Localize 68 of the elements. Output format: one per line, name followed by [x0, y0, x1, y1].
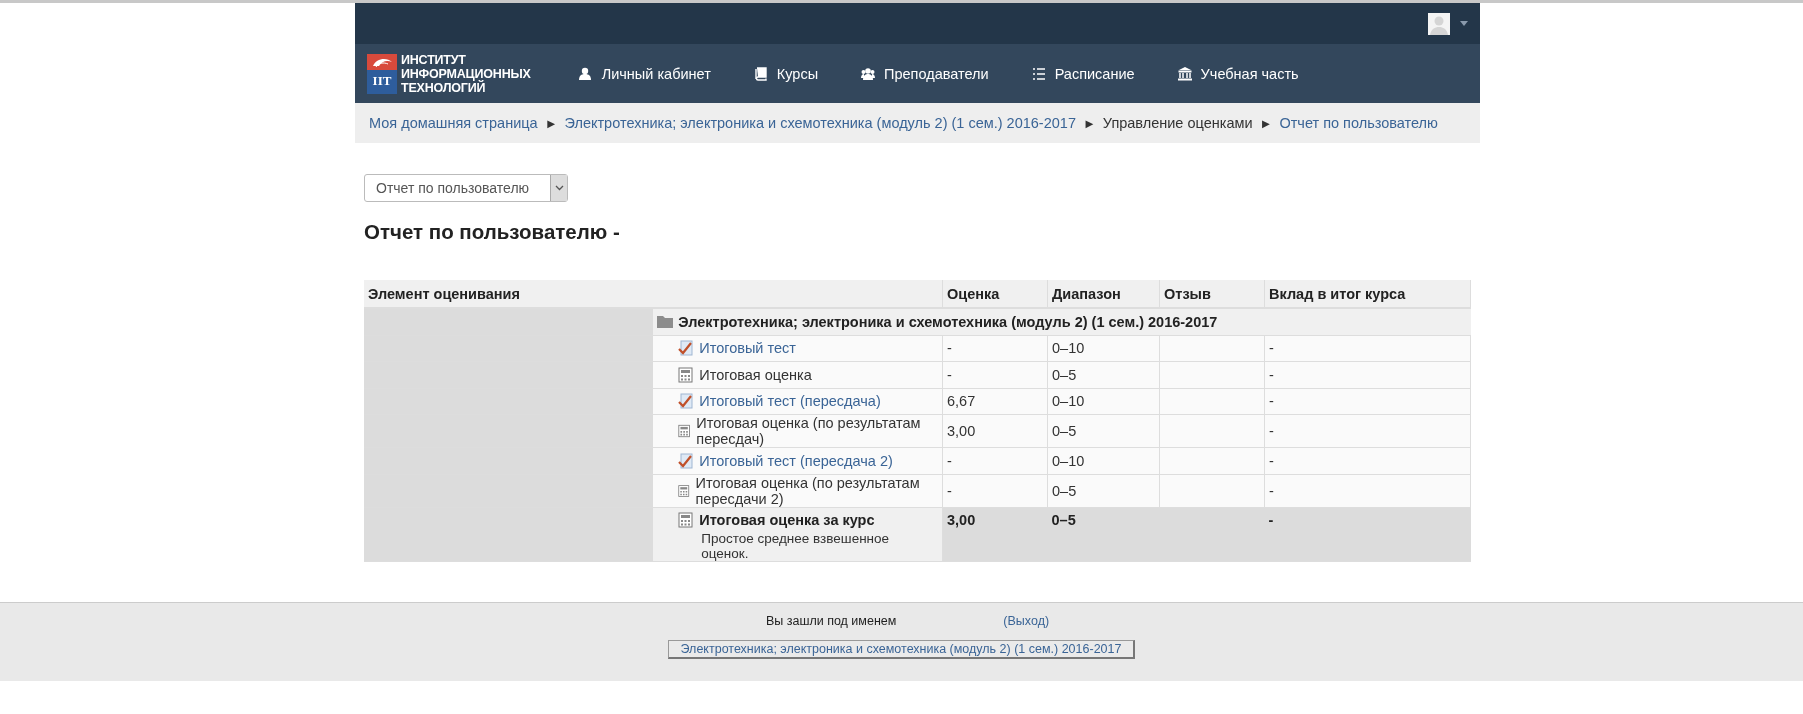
breadcrumb-item: Управление оценками	[1102, 115, 1253, 131]
avatar-icon	[1428, 12, 1450, 35]
table-cell: -	[1269, 452, 1274, 469]
breadcrumb-separator: ►	[1082, 115, 1096, 131]
login-info: Вы зашли под именем	[765, 613, 897, 628]
category-name: Электротехника; электроника и схемотехника (модуль 2) (1 сем.) 2016-2017	[678, 313, 1218, 330]
nav-link[interactable]: Курсы	[753, 65, 819, 82]
breadcrumb-separator: ►	[544, 115, 558, 131]
calculator-icon	[678, 423, 692, 439]
table-cell: 0–5	[1051, 511, 1076, 528]
checkmark-icon	[678, 393, 695, 410]
checkmark-icon	[678, 340, 695, 357]
column-header: Отзыв	[1159, 280, 1265, 308]
table-cell: -	[947, 482, 952, 499]
breadcrumb-separator: ►	[1259, 115, 1273, 131]
breadcrumb-link[interactable]: Моя домашняя страница	[369, 115, 538, 131]
table-cell: 3,00	[947, 423, 976, 439]
checkmark-icon	[678, 452, 695, 469]
grade-item-name: Итоговая оценка (по результатам пересдачи 2)	[695, 474, 921, 507]
calculator-icon	[678, 366, 695, 383]
users-icon	[861, 66, 876, 81]
table-cell: 0–5	[1052, 366, 1077, 383]
table-cell: 0–5	[1052, 482, 1077, 499]
nav-link[interactable]: Расписание	[1031, 65, 1135, 82]
logo-text: ИНСТИТУТ ИНФОРМАЦИОННЫХ ТЕХНОЛОГИЙ	[401, 52, 531, 95]
table-cell: -	[947, 366, 952, 383]
column-header: Вклад в итог курса	[1264, 280, 1471, 308]
column-header: Диапазон	[1047, 280, 1160, 308]
calculator-icon	[678, 482, 691, 499]
breadcrumb-link[interactable]: Электротехника; электроника и схемотехника (модуль 2) (1 сем.) 2016-2017	[564, 115, 1076, 131]
column-header: Оценка	[942, 280, 1048, 308]
caret-icon	[1460, 21, 1468, 26]
column-header: Элемент оценивания	[364, 280, 943, 308]
folder-icon	[657, 315, 674, 329]
table-cell: -	[947, 340, 952, 357]
table-cell: 3,00	[947, 511, 976, 528]
user-menu[interactable]	[1426, 10, 1470, 37]
table-cell: -	[947, 452, 952, 469]
bank-icon	[1177, 66, 1192, 81]
table-cell: -	[1269, 423, 1274, 439]
breadcrumb-link[interactable]: Отчет по пользователю	[1279, 115, 1438, 131]
grade-item-name: Итоговая оценка (по результатам пересдач)	[696, 415, 922, 447]
table-cell: -	[1269, 393, 1274, 410]
grade-item-description: Простое среднее взвешенное оценок.	[700, 530, 891, 561]
table-cell: -	[1269, 340, 1274, 357]
chevron-down-icon	[554, 185, 564, 191]
table-cell: 0–10	[1052, 340, 1085, 357]
logo-badge-text: IIT	[372, 72, 392, 89]
report-select[interactable]: Отчет по пользователю	[364, 174, 568, 202]
table-cell: 0–5	[1052, 423, 1077, 439]
table-cell: 0–10	[1052, 393, 1085, 410]
book-icon	[753, 66, 768, 81]
calculator-icon	[678, 511, 695, 528]
table-cell: -	[1268, 511, 1274, 528]
list-icon	[1031, 66, 1046, 81]
table-cell: 0–10	[1052, 452, 1085, 469]
nav-link[interactable]: Личный кабинет	[578, 65, 711, 82]
table-cell: -	[1269, 482, 1274, 499]
table-cell: 6,67	[947, 393, 976, 410]
nav-link[interactable]: Учебная часть	[1177, 65, 1299, 82]
nav-link[interactable]: Преподаватели	[861, 65, 989, 82]
course-button[interactable]: Электротехника; электроника и схемотехника (модуль 2) (1 сем.) 2016-2017	[667, 639, 1136, 659]
grade-item-name: Итоговая оценка	[699, 366, 812, 383]
table-cell: -	[1269, 366, 1274, 383]
page-heading: Отчет по пользователю -	[364, 220, 621, 244]
person-icon	[578, 66, 593, 81]
logout-link[interactable]: (Выход)	[1003, 613, 1050, 628]
grade-item-name: Итоговая оценка за курс	[699, 511, 875, 528]
